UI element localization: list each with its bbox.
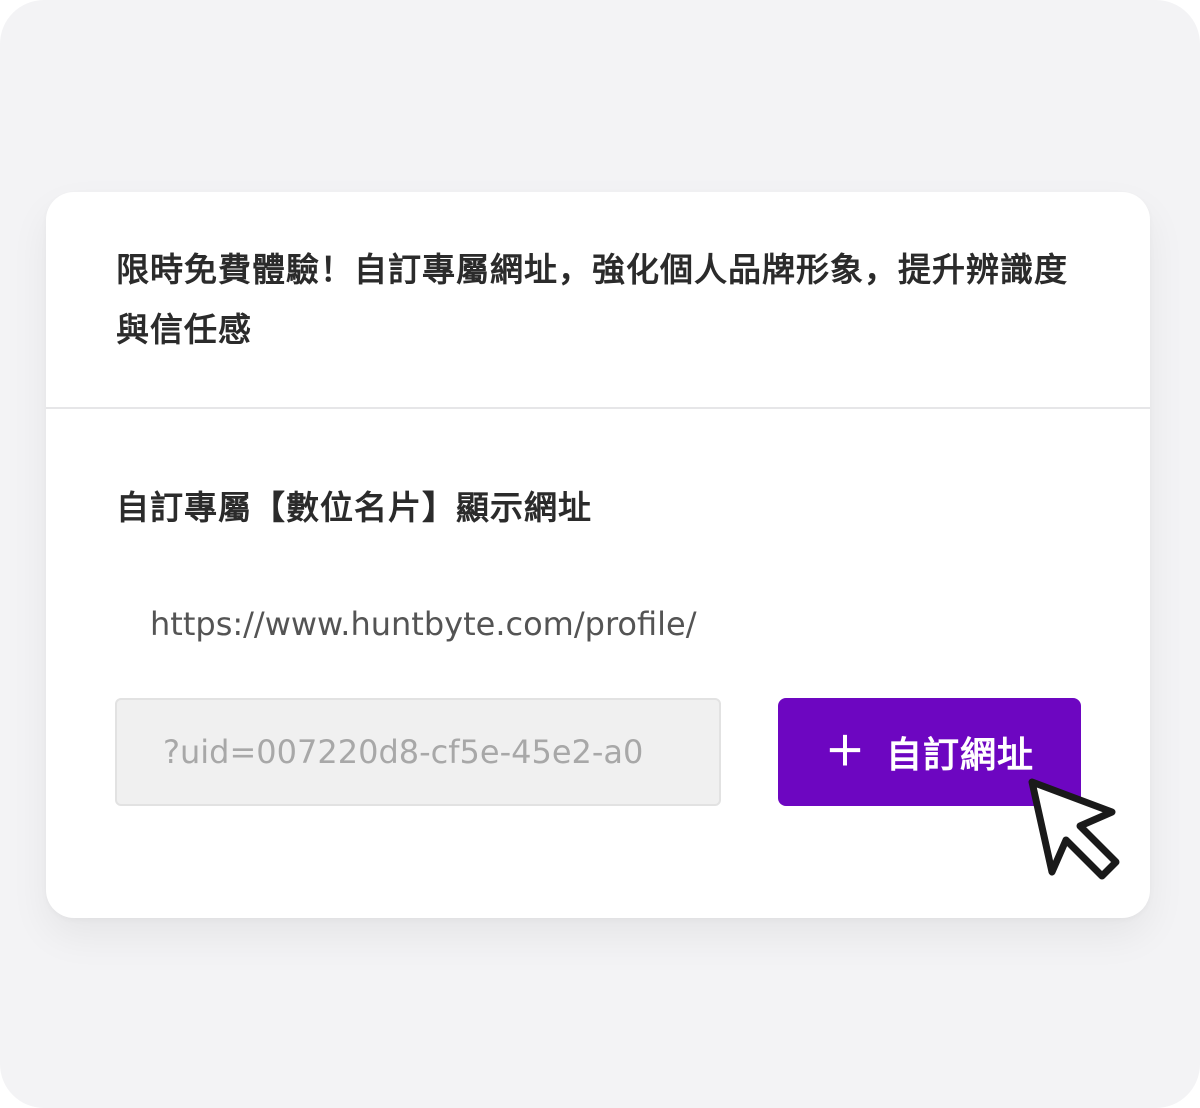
promo-text: 限時免費體驗！自訂專屬網址，強化個人品牌形象，提升辨識度與信任感 — [116, 250, 1068, 349]
plus-icon: ＋ — [824, 729, 866, 775]
section-title: 自訂專屬【數位名片】顯示網址 — [116, 488, 592, 527]
custom-url-button-label: 自訂網址 — [885, 735, 1034, 776]
uid-input[interactable] — [115, 698, 721, 806]
screen-frame: 限時免費體驗！自訂專屬網址，強化個人品牌形象，提升辨識度與信任感 自訂專屬【數位… — [0, 0, 1200, 1108]
section-divider — [46, 407, 1150, 409]
pointer-cursor-icon — [1028, 778, 1120, 880]
base-url-prefix: https://www.huntbyte.com/profile/ — [150, 605, 697, 643]
custom-url-card: 限時免費體驗！自訂專屬網址，強化個人品牌形象，提升辨識度與信任感 自訂專屬【數位… — [46, 192, 1150, 918]
